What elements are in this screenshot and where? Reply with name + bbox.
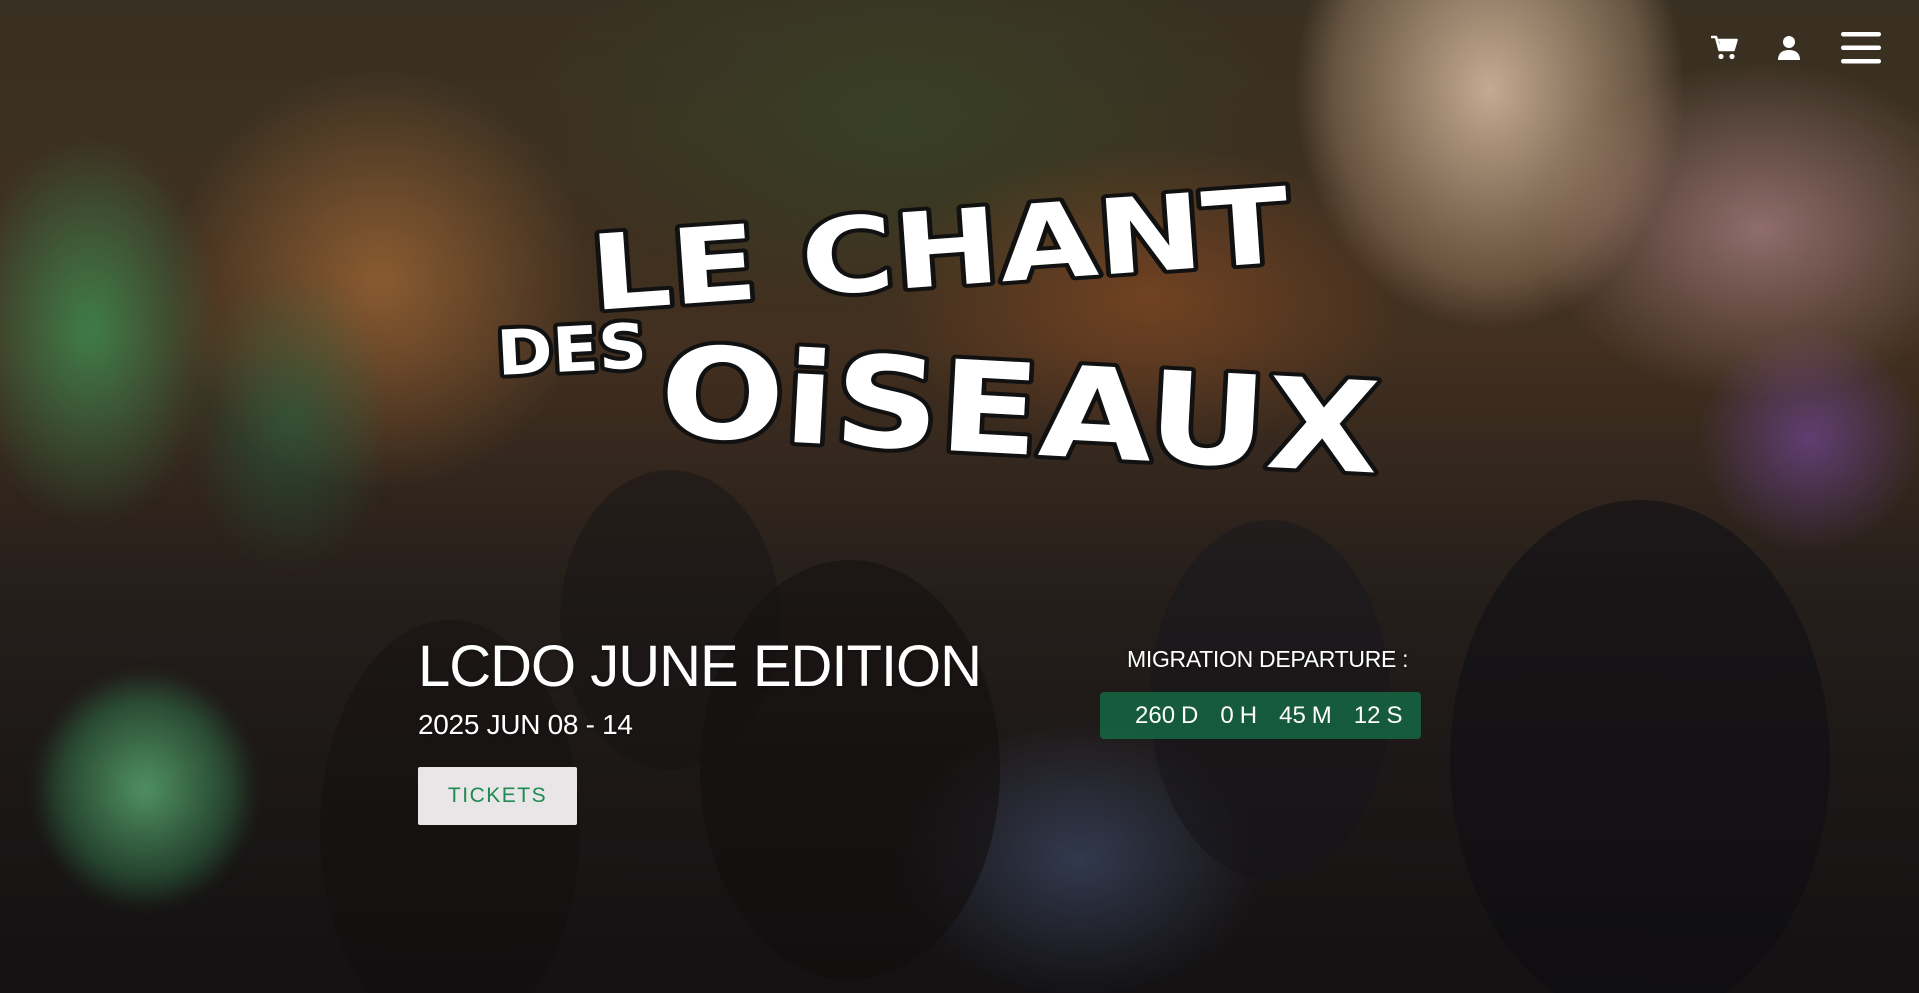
tickets-button[interactable]: TICKETS — [418, 767, 577, 825]
logo-line1: LE CHANT — [586, 164, 1293, 335]
hamburger-menu-icon — [1841, 32, 1881, 64]
logo-line2-prefix: DES — [498, 309, 649, 390]
countdown-label: MIGRATION DEPARTURE : — [1127, 646, 1409, 672]
festival-logo: LE CHANT DES OiSEAUX — [498, 160, 1387, 482]
seconds-value: 12 — [1353, 701, 1381, 729]
hours-value: 0 — [1220, 701, 1234, 729]
cart-icon — [1711, 35, 1738, 60]
user-icon — [1778, 36, 1800, 60]
event-dates: 2025 JUN 08 - 14 — [418, 709, 633, 740]
event-info: LCDO JUNE EDITION 2025 JUN 08 - 14 TICKE… — [418, 632, 982, 825]
minutes-value: 45 — [1279, 701, 1306, 729]
days-value: 260 — [1135, 701, 1176, 729]
logo-line2: OiSEAUX — [656, 318, 1383, 482]
event-title: LCDO JUNE EDITION — [418, 634, 982, 699]
countdown-days: 260 D — [1135, 702, 1198, 730]
cart-button[interactable] — [1705, 28, 1745, 68]
countdown-seconds: 12 S — [1354, 702, 1403, 730]
menu-button[interactable] — [1839, 28, 1883, 68]
countdown-timer: 260 D 0 H 45 M 12 S — [1100, 692, 1421, 739]
top-nav — [1705, 28, 1883, 68]
countdown-hours: 0 H — [1220, 702, 1257, 730]
countdown: MIGRATION DEPARTURE : 260 D 0 H 45 M 12 … — [1100, 646, 1421, 739]
minutes-suffix: M — [1311, 701, 1332, 729]
account-button[interactable] — [1769, 28, 1809, 68]
hours-suffix: H — [1239, 701, 1258, 729]
countdown-minutes: 45 M — [1279, 702, 1332, 730]
days-suffix: D — [1181, 701, 1199, 729]
crowd-silhouette — [1450, 500, 1830, 993]
seconds-suffix: S — [1386, 701, 1403, 729]
